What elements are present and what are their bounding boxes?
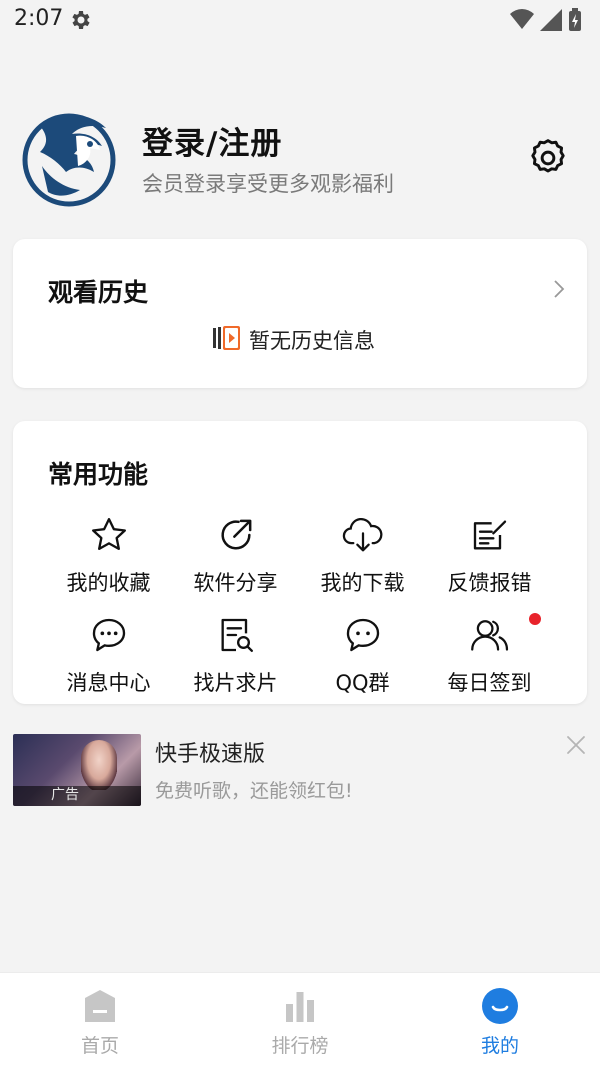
ad-banner[interactable]: 广告 快手极速版 免费听歌，还能领红包!	[13, 734, 587, 808]
watch-history-card[interactable]: 观看历史 暂无历史信息	[13, 239, 587, 388]
function-label: 消息中心	[66, 671, 151, 695]
users-icon	[468, 613, 512, 657]
nav-ranking-label: 排行榜	[271, 1035, 329, 1057]
function-share[interactable]: 软件分享	[172, 513, 299, 613]
status-bar: 2:07	[0, 0, 600, 40]
bottom-navigation: 首页 排行榜 我的	[0, 972, 600, 1066]
nav-home-label: 首页	[80, 1035, 119, 1057]
function-label: 我的收藏	[66, 571, 151, 595]
close-icon[interactable]	[565, 734, 589, 758]
function-qq-group[interactable]: QQ群	[299, 613, 426, 713]
edit-note-icon	[468, 513, 512, 557]
signal-icon	[540, 9, 562, 35]
wifi-icon	[510, 9, 534, 35]
nav-mine-label: 我的	[480, 1035, 519, 1057]
ad-thumbnail-figure	[81, 740, 117, 790]
profile-header: 登录/注册 会员登录享受更多观影福利	[0, 100, 600, 220]
star-icon	[87, 513, 131, 557]
settings-button[interactable]	[526, 136, 570, 180]
function-label: 找片求片	[193, 671, 278, 695]
chat-bubble-icon	[87, 613, 131, 657]
status-time: 2:07	[14, 6, 64, 31]
function-downloads[interactable]: 我的下载	[299, 513, 426, 613]
ad-description: 免费听歌，还能领红包!	[155, 780, 353, 802]
function-label: 软件分享	[193, 571, 278, 595]
login-register-link[interactable]: 登录/注册	[142, 118, 282, 163]
share-icon	[214, 513, 258, 557]
function-label: QQ群	[335, 671, 390, 695]
battery-icon	[568, 8, 582, 36]
function-messages[interactable]: 消息中心	[45, 613, 172, 713]
function-label: 每日签到	[447, 671, 532, 695]
bar-chart-icon	[281, 987, 319, 1025]
eagle-logo-avatar[interactable]	[20, 106, 118, 210]
common-functions-card: 常用功能 我的收藏 软件分享 我的下载 反馈报错 消息中心 找片求片 QQ群 每…	[13, 421, 587, 704]
ad-thumbnail[interactable]: 广告	[13, 734, 141, 806]
history-empty-text: 暂无历史信息	[249, 329, 375, 353]
history-empty-state: 暂无历史信息	[213, 325, 375, 355]
common-functions-title: 常用功能	[48, 460, 149, 489]
home-icon	[81, 987, 119, 1025]
status-indicators	[510, 8, 582, 36]
nav-mine[interactable]: 我的	[440, 987, 560, 1058]
ad-title[interactable]: 快手极速版	[155, 736, 265, 768]
watch-history-title: 观看历史	[48, 278, 149, 307]
function-feedback[interactable]: 反馈报错	[426, 513, 553, 613]
function-find-movie[interactable]: 找片求片	[172, 613, 299, 713]
smile-icon	[481, 987, 519, 1025]
nav-home[interactable]: 首页	[40, 987, 160, 1058]
app-root: 2:07 登录/注册 会员登录享受更多观影福利 观看历史 暂无历史信息 常用功能…	[0, 0, 600, 1066]
function-favorites[interactable]: 我的收藏	[45, 513, 172, 613]
settings-status-icon	[68, 8, 92, 36]
function-label: 反馈报错	[447, 571, 532, 595]
login-subtitle: 会员登录享受更多观影福利	[142, 172, 394, 196]
ad-tag: 广告	[51, 787, 79, 803]
chevron-right-icon[interactable]	[553, 279, 565, 303]
nav-ranking[interactable]: 排行榜	[240, 987, 360, 1058]
functions-grid: 我的收藏 软件分享 我的下载 反馈报错 消息中心 找片求片 QQ群 每日签到	[45, 513, 555, 713]
chat-group-icon	[341, 613, 385, 657]
function-daily-checkin[interactable]: 每日签到	[426, 613, 553, 713]
search-document-icon	[214, 613, 258, 657]
function-label: 我的下载	[320, 571, 405, 595]
cloud-download-icon	[341, 513, 385, 557]
video-history-icon	[213, 324, 241, 356]
notification-badge	[529, 613, 541, 625]
